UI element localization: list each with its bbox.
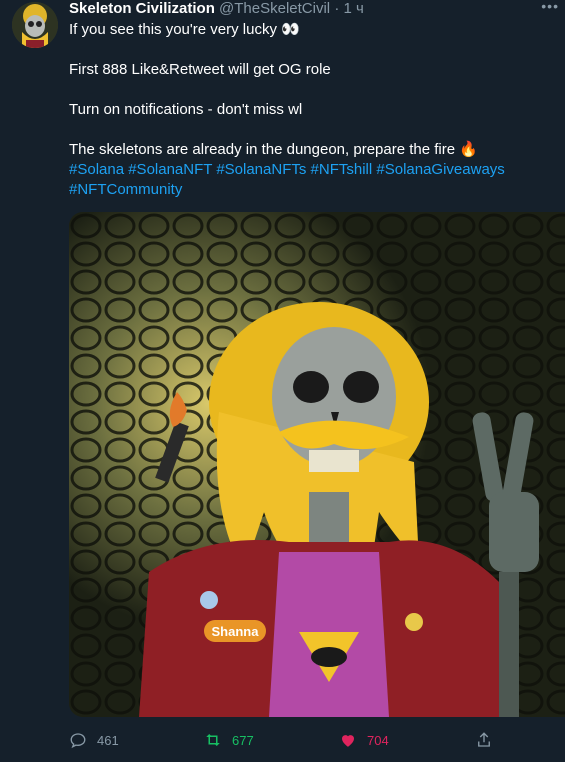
tweet-header: Skeleton Civilization @TheSkeletCivil · … — [69, 0, 364, 18]
retweet-count: 677 — [232, 732, 254, 748]
display-name[interactable]: Skeleton Civilization — [69, 0, 215, 17]
tweet-text: If you see this you're very lucky 👀 Firs… — [69, 20, 549, 200]
share-icon — [478, 732, 490, 747]
tweet[interactable]: Skeleton Civilization @TheSkeletCivil · … — [0, 0, 565, 762]
retweet-button[interactable]: 677 — [204, 728, 254, 752]
like-count: 704 — [367, 732, 389, 748]
tweet-line: First 888 Like&Retweet will get OG role — [69, 61, 331, 78]
timestamp[interactable]: 1 ч — [343, 0, 363, 17]
separator-dot: · — [334, 0, 340, 17]
retweet-icon — [206, 734, 220, 746]
user-handle[interactable]: @TheSkeletCivil — [219, 0, 330, 17]
like-button[interactable]: 704 — [339, 728, 389, 752]
tweet-line: The skeletons are already in the dungeon… — [69, 141, 478, 158]
reply-icon — [70, 733, 86, 749]
reply-button[interactable]: 461 — [69, 728, 119, 752]
hashtags[interactable]: #Solana #SolanaNFT #SolanaNFTs #NFTshill… — [69, 160, 549, 180]
share-button[interactable] — [475, 728, 503, 752]
tweet-image[interactable]: Shanna — [69, 212, 565, 717]
tweet-line: Turn on notifications - don't miss wl — [69, 101, 303, 118]
image-badge-text: Shanna — [212, 624, 260, 639]
avatar[interactable] — [12, 2, 58, 48]
tweet-actions: 461 677 704 — [69, 728, 549, 752]
hashtags[interactable]: #NFTCommunity — [69, 180, 549, 200]
reply-count: 461 — [97, 732, 119, 748]
heart-icon — [342, 735, 354, 747]
tweet-line: If you see this you're very lucky 👀 — [69, 21, 300, 38]
more-options-icon[interactable]: ••• — [541, 0, 559, 14]
